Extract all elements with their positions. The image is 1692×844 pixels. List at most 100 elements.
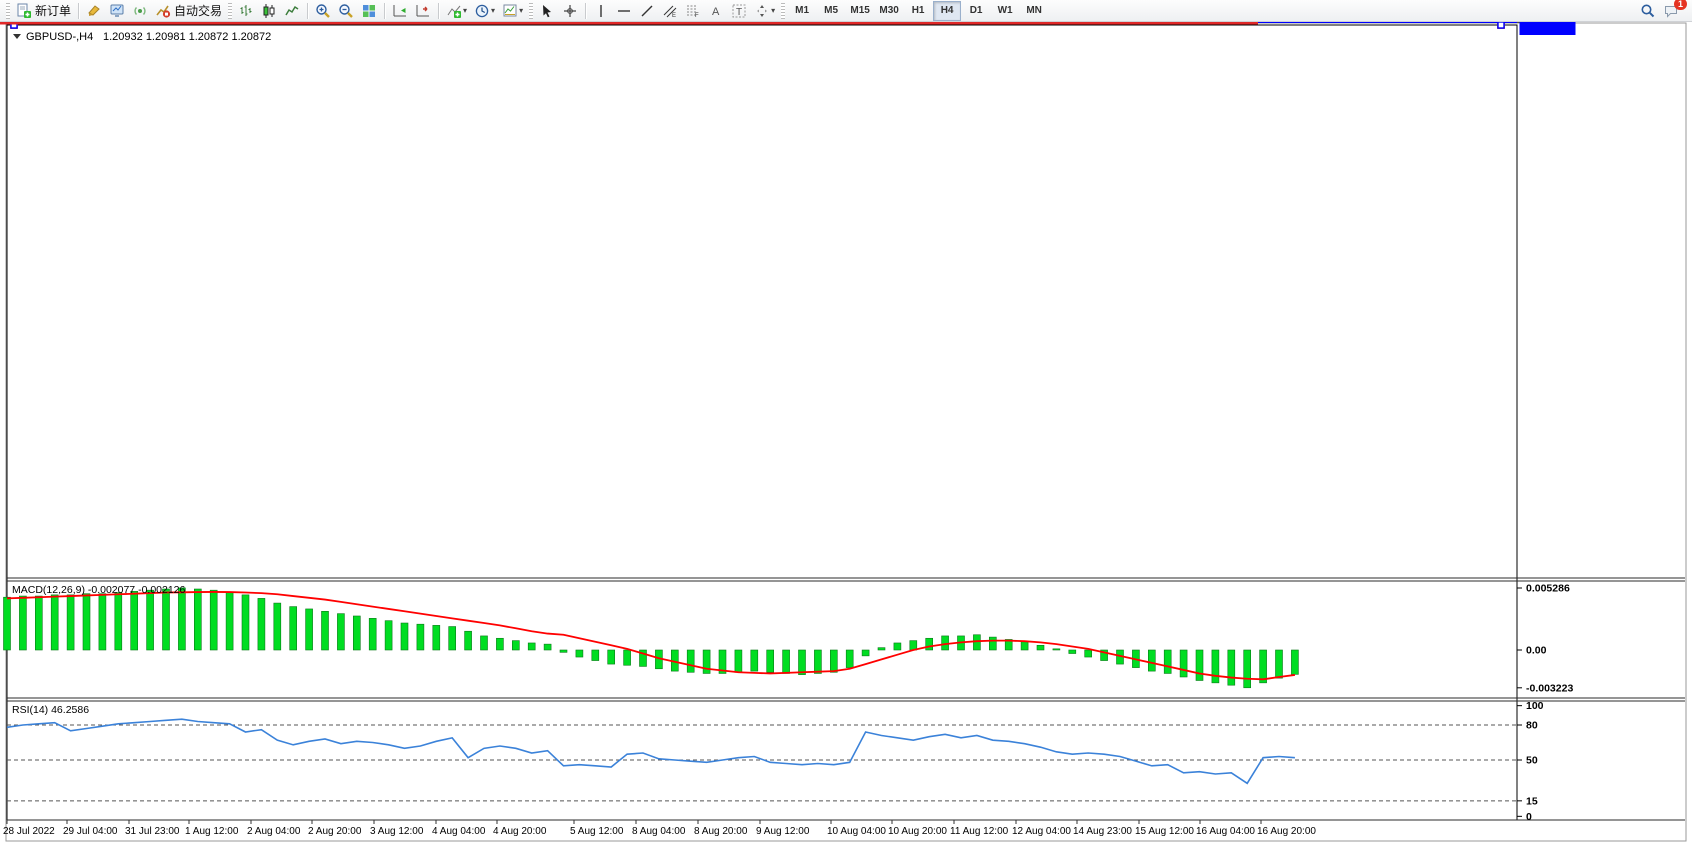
trendline-tool-button[interactable] [636, 1, 658, 21]
rsi-tick-label: 80 [1526, 719, 1538, 731]
text-tool-button[interactable]: A [705, 1, 727, 21]
indicators-button[interactable]: ▾ [443, 1, 470, 21]
macd-histogram-bar [687, 650, 694, 672]
tile-windows-icon [361, 3, 377, 19]
autotrading-button[interactable]: 自动交易 [152, 1, 225, 21]
timeframe-d1-button[interactable]: D1 [962, 1, 990, 21]
time-tick-label: 28 Jul 2022 [3, 826, 55, 837]
market-watch-button[interactable] [83, 1, 105, 21]
terminal-button[interactable] [106, 1, 128, 21]
chart-window[interactable]: 1.229501.227601.225751.223901.222001.220… [0, 22, 1692, 844]
time-tick-label: 4 Aug 20:00 [493, 826, 547, 837]
macd-histogram-bar [1276, 650, 1283, 678]
timeframe-w1-button[interactable]: W1 [991, 1, 1019, 21]
line-chart-button[interactable] [281, 1, 303, 21]
time-tick-label: 11 Aug 12:00 [950, 826, 1009, 837]
search-button[interactable] [1637, 1, 1659, 21]
candlestick-button[interactable] [258, 1, 280, 21]
trendline-icon [639, 3, 655, 19]
time-tick-label: 16 Aug 04:00 [1196, 826, 1255, 837]
line-chart-icon [284, 3, 300, 19]
auto-scroll-button[interactable] [389, 1, 411, 21]
text-label-tool-button[interactable]: T [728, 1, 750, 21]
periods-button[interactable]: ▾ [471, 1, 498, 21]
macd-histogram-bar [1244, 650, 1251, 688]
macd-histogram-bar [226, 593, 233, 650]
macd-histogram-bar [1260, 650, 1267, 683]
toolbar-grip[interactable] [228, 3, 232, 19]
macd-histogram-bar [799, 650, 806, 675]
indicators-icon [446, 3, 462, 19]
time-tick-label: 14 Aug 23:00 [1073, 826, 1132, 837]
cursor-tool-button[interactable] [536, 1, 558, 21]
timeframe-m30-button[interactable]: M30 [875, 1, 903, 21]
time-tick-label: 3 Aug 12:00 [370, 826, 424, 837]
separator [585, 3, 586, 19]
chart-shift-button[interactable] [412, 1, 434, 21]
timeframe-mn-button[interactable]: MN [1020, 1, 1048, 21]
macd-histogram-bar [51, 595, 58, 650]
macd-histogram-bar [1053, 649, 1060, 650]
timeframe-m1-button[interactable]: M1 [788, 1, 816, 21]
symbol-period-label: GBPUSD-,H4 [26, 31, 93, 43]
time-axis: 28 Jul 202229 Jul 04:0031 Jul 23:001 Aug… [3, 820, 1316, 837]
new-order-button[interactable]: 新订单 [13, 1, 74, 21]
line-anchor-handle[interactable] [1498, 22, 1504, 28]
channel-tool-button[interactable]: E [659, 1, 681, 21]
tile-windows-button[interactable] [358, 1, 380, 21]
notifications-button[interactable]: 1 [1660, 1, 1682, 21]
macd-tick-label: -0.003223 [1526, 682, 1573, 694]
zoom-in-button[interactable] [312, 1, 334, 21]
macd-histogram-bar [783, 650, 790, 673]
macd-histogram-bar [83, 594, 90, 650]
macd-histogram-bar [115, 593, 122, 650]
rsi-tick-label: 50 [1526, 755, 1538, 767]
zoom-out-button[interactable] [335, 1, 357, 21]
timeframe-m5-button[interactable]: M5 [817, 1, 845, 21]
macd-histogram-bar [1021, 642, 1028, 650]
timeframe-h4-button[interactable]: H4 [933, 1, 961, 21]
macd-histogram-bar [369, 618, 376, 650]
time-tick-label: 15 Aug 12:00 [1135, 826, 1194, 837]
timeframe-h1-button[interactable]: H1 [904, 1, 932, 21]
macd-histogram-bar [560, 650, 567, 652]
toolbar-grip[interactable] [781, 3, 785, 19]
macd-histogram-bar [989, 637, 996, 650]
toolbar-grip[interactable] [6, 3, 10, 19]
horizontal-line-tool-button[interactable] [613, 1, 635, 21]
macd-histogram-bar [830, 650, 837, 672]
signal-icon [132, 3, 148, 19]
macd-histogram-bar [417, 624, 424, 650]
timeframe-m15-button[interactable]: M15 [846, 1, 874, 21]
bar-chart-icon [238, 3, 254, 19]
rsi-indicator-label: RSI(14) 46.2586 [12, 704, 89, 716]
time-tick-label: 9 Aug 12:00 [756, 826, 810, 837]
time-tick-label: 2 Aug 20:00 [308, 826, 362, 837]
macd-histogram-bar [496, 638, 503, 650]
time-tick-label: 12 Aug 04:00 [1012, 826, 1071, 837]
macd-histogram-bar [846, 650, 853, 668]
arrows-tool-button[interactable]: ▾ [751, 1, 778, 21]
signals-button[interactable] [129, 1, 151, 21]
crosshair-tool-button[interactable] [559, 1, 581, 21]
time-tick-label: 4 Aug 04:00 [432, 826, 486, 837]
bar-chart-button[interactable] [235, 1, 257, 21]
fibonacci-tool-button[interactable]: F [682, 1, 704, 21]
vertical-line-tool-button[interactable] [590, 1, 612, 21]
time-tick-label: 8 Aug 20:00 [694, 826, 748, 837]
toolbar-grip[interactable] [529, 3, 533, 19]
price-badge-label: 1.20339 [1524, 22, 1562, 25]
macd-histogram-bar [926, 638, 933, 650]
macd-histogram-bar [1196, 650, 1203, 680]
macd-histogram-bar [99, 594, 106, 650]
gbpusd-h4-chart[interactable]: 1.229501.227601.225751.223901.222001.220… [0, 22, 1692, 844]
macd-histogram-bar [862, 650, 869, 656]
monitor-icon [109, 3, 125, 19]
main-toolbar: 新订单 自动交易 ▾ ▾ ▾ E F A T ▾ [0, 0, 1692, 22]
zoom-in-icon [315, 3, 331, 19]
separator [438, 3, 439, 19]
horizontal-line-icon [616, 3, 632, 19]
svg-text:A: A [712, 6, 720, 18]
time-tick-label: 8 Aug 04:00 [632, 826, 686, 837]
templates-button[interactable]: ▾ [499, 1, 526, 21]
